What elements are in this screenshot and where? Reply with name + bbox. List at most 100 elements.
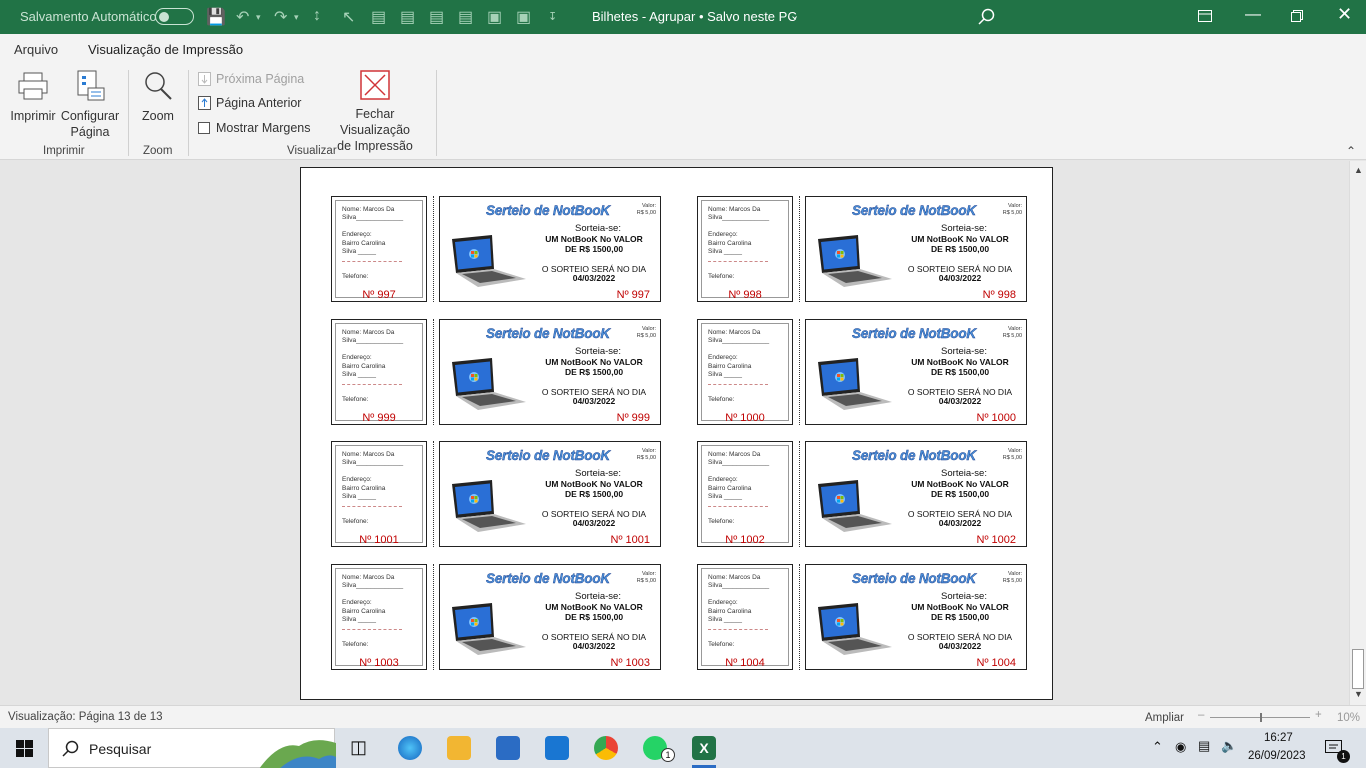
ungroup-icon[interactable]: ▣ (516, 7, 531, 27)
redo-icon[interactable]: ↷ (274, 7, 287, 27)
clock-time[interactable]: 16:27 (1264, 732, 1293, 744)
maximize-icon[interactable] (1291, 10, 1303, 22)
align-middle-icon[interactable]: ▤ (400, 7, 415, 27)
ticket-sort-label: Sorteia-se: (941, 346, 987, 357)
search-icon[interactable] (978, 8, 996, 26)
customize-qat-icon[interactable]: ↧ (548, 10, 557, 23)
group-zoom-label: Zoom (143, 145, 173, 157)
show-margins-checkbox[interactable]: Mostrar Margens (198, 119, 310, 137)
tab-print-preview[interactable]: Visualização de Impressão (88, 42, 244, 65)
ticket-prize-1: UM NotBooK No VALOR (545, 234, 643, 244)
zoom-in-label[interactable]: Ampliar (1145, 712, 1184, 724)
zoom-out-icon[interactable]: – (1198, 709, 1204, 721)
ticket-sort-label: Sorteia-se: (941, 591, 987, 602)
ticket-price-label: Valor: (642, 326, 656, 332)
store-icon[interactable] (496, 736, 520, 760)
edge-icon[interactable] (398, 736, 422, 760)
mail-icon[interactable] (545, 736, 569, 760)
ticket-price-label: Valor: (1008, 448, 1022, 454)
title-chevron-icon[interactable]: ⌄ (790, 9, 799, 22)
ribbon-tabs: Arquivo Visualização de Impressão (0, 34, 1366, 65)
zoom-button[interactable]: Zoom (138, 70, 178, 140)
undo-dropdown-icon[interactable]: ▾ (256, 12, 261, 23)
stub-name-label: Nome: Marcos Da (708, 574, 761, 581)
zoom-slider-thumb[interactable] (1260, 713, 1262, 722)
title-bar: Salvamento Automático 💾 ↶ ▾ ↷ ▾ ↕ ↖ ▤ ▤ … (0, 0, 1366, 34)
undo-icon[interactable]: ↶ (236, 7, 249, 27)
scroll-up-icon[interactable]: ▲ (1354, 165, 1363, 175)
distribute-icon[interactable]: ▤ (429, 7, 444, 27)
scroll-thumb[interactable] (1352, 649, 1364, 689)
close-icon[interactable]: ✕ (1337, 4, 1352, 25)
taskbar-search[interactable]: Pesquisar (48, 728, 336, 768)
volume-icon[interactable]: 🔈 (1221, 738, 1237, 754)
stub-name-label: Nome: Marcos Da (342, 451, 395, 458)
windows-start-icon[interactable] (16, 740, 33, 757)
clock-date[interactable]: 26/09/2023 (1248, 750, 1306, 762)
network-icon[interactable]: ▤ (1198, 738, 1210, 754)
align-center-icon[interactable]: ▤ (371, 7, 386, 27)
ticket-title: Serteio de NotBooK (852, 326, 977, 341)
stub-number: Nº 1002 (725, 534, 765, 546)
tray-chevron-icon[interactable]: ⌃ (1152, 739, 1163, 755)
stub-name-value: Silva_____________ (342, 337, 404, 344)
page-setup-button[interactable]: Configurar Página (60, 70, 120, 140)
task-view-icon[interactable]: ◫ (350, 737, 374, 761)
stub-address-value: Bairro Carolina (342, 485, 386, 492)
stub-address-label: Endereço: (708, 231, 738, 238)
stub-name-label: Nome: Marcos Da (342, 206, 395, 213)
file-explorer-icon[interactable] (447, 736, 471, 760)
pointer-icon[interactable]: ↖ (342, 7, 355, 27)
vertical-scrollbar[interactable]: ▲ ▼ (1349, 161, 1366, 705)
ticket-draw-date: 04/03/2022 (572, 396, 616, 406)
chrome-icon[interactable] (594, 736, 618, 760)
distribute-vertical-icon[interactable]: ▤ (458, 7, 473, 27)
perforation-line (433, 564, 434, 670)
stub-line (342, 629, 402, 630)
ticket-number: Nº 1003 (610, 657, 651, 669)
ticket-prize-1: UM NotBooK No VALOR (911, 602, 1009, 612)
align-vertical-icon[interactable]: ↕ (313, 7, 321, 25)
ticket-number: Nº 1001 (610, 534, 651, 546)
perforation-line (433, 196, 434, 302)
scroll-down-icon[interactable]: ▼ (1354, 689, 1363, 699)
tab-arquivo[interactable]: Arquivo (14, 42, 58, 57)
print-button[interactable]: Imprimir (8, 70, 58, 140)
ticket-prize-1: UM NotBooK No VALOR (911, 357, 1009, 367)
excel-icon[interactable]: X (692, 736, 716, 760)
autosave-toggle[interactable] (155, 8, 194, 25)
stub-phone-label: Telefone: (342, 641, 369, 648)
ticket-title: Serteio de NotBooK (486, 203, 611, 218)
stub-address-value-2: Silva _____ (708, 493, 742, 500)
ticket-sort-label: Sorteia-se: (575, 223, 621, 234)
stub-name-value: Silva_____________ (708, 337, 770, 344)
ticket-stub: Nome: Marcos Da Silva_____________ Endereç… (331, 564, 427, 670)
zoom-in-icon[interactable]: + (1315, 709, 1322, 721)
laptop-image (818, 235, 892, 287)
ticket-draw-date: 04/03/2022 (572, 641, 616, 651)
ticket-draw-date: 04/03/2022 (938, 518, 982, 528)
close-preview-button[interactable]: Fechar Visualização de Impressão (320, 70, 430, 153)
collapse-ribbon-icon[interactable]: ⌃ (1346, 144, 1356, 158)
zoom-percent[interactable]: 10% (1337, 712, 1360, 724)
ticket-price-label: Valor: (1008, 203, 1022, 209)
ticket-number: Nº 998 (982, 289, 1016, 301)
ticket-price: Valor: R$ 5,00 (1003, 203, 1022, 217)
group-icon[interactable]: ▣ (487, 7, 502, 27)
stub-line (342, 384, 402, 385)
stub-address-label: Endereço: (342, 476, 372, 483)
meet-icon[interactable]: ◉ (1175, 739, 1186, 755)
stub-address-value: Bairro Carolina (708, 608, 752, 615)
checkbox-icon (198, 122, 210, 134)
save-icon[interactable]: 💾 (206, 7, 226, 27)
minimize-icon[interactable]: — (1245, 6, 1261, 24)
document-title[interactable]: Bilhetes - Agrupar • Salvo neste PC (592, 9, 797, 24)
ribbon-display-icon[interactable] (1198, 10, 1212, 22)
ticket-main: Serteio de NotBooK Valor: R$ 5,00 Sorteia-s… (439, 196, 661, 302)
ticket-price: Valor: R$ 5,00 (637, 326, 656, 340)
next-page-button[interactable]: Próxima Página (198, 70, 304, 88)
previous-page-button[interactable]: Página Anterior (198, 94, 301, 112)
page-setup-icon (77, 70, 105, 101)
ticket-sort-label: Sorteia-se: (575, 468, 621, 479)
redo-dropdown-icon[interactable]: ▾ (294, 12, 299, 23)
